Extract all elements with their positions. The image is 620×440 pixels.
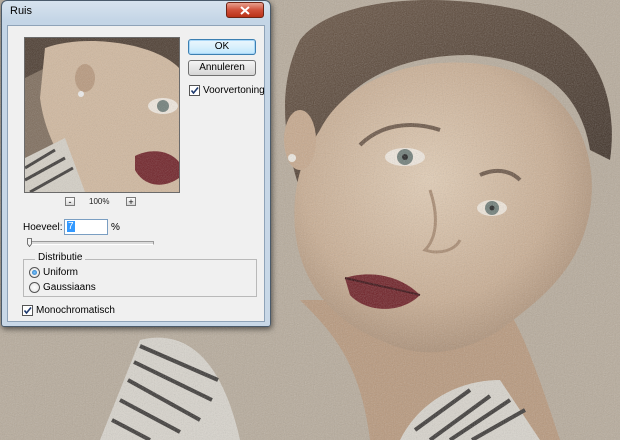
amount-slider-track[interactable] (28, 241, 154, 245)
amount-label: Hoeveel: (23, 222, 63, 233)
zoom-level: 100% (89, 197, 110, 206)
dialog-title: Ruis (10, 5, 33, 17)
amount-unit: % (111, 222, 120, 233)
dialog-content: - 100% + OK Annuleren Voorvertoning Hoev… (7, 25, 265, 322)
amount-input[interactable]: 7 (64, 219, 108, 235)
title-bar[interactable]: Ruis (2, 1, 270, 23)
distribution-title: Distributie (35, 252, 86, 263)
checkmark-icon (190, 86, 199, 95)
noise-dialog: Ruis - 100% + OK Annuleren Voorvertoning… (1, 0, 271, 327)
radio-uniform[interactable] (29, 267, 40, 278)
preview-checkbox[interactable] (189, 85, 200, 96)
ok-button[interactable]: OK (188, 39, 256, 55)
cancel-button[interactable]: Annuleren (188, 60, 256, 76)
close-icon (240, 5, 250, 15)
preview-thumbnail (25, 38, 179, 192)
monochrome-label: Monochromatisch (36, 305, 115, 316)
preview-label: Voorvertoning (203, 85, 265, 96)
amount-slider-thumb[interactable] (27, 238, 32, 247)
checkmark-icon (23, 306, 32, 315)
amount-value: 7 (67, 221, 75, 232)
zoom-in-button[interactable]: + (126, 197, 136, 207)
radio-gaussian[interactable] (29, 282, 40, 293)
close-button[interactable] (226, 2, 264, 18)
radio-gaussian-label: Gaussiaans (43, 282, 96, 293)
monochrome-checkbox[interactable] (22, 305, 33, 316)
preview-image[interactable] (24, 37, 180, 193)
zoom-out-button[interactable]: - (65, 197, 75, 207)
radio-uniform-label: Uniform (43, 267, 79, 278)
